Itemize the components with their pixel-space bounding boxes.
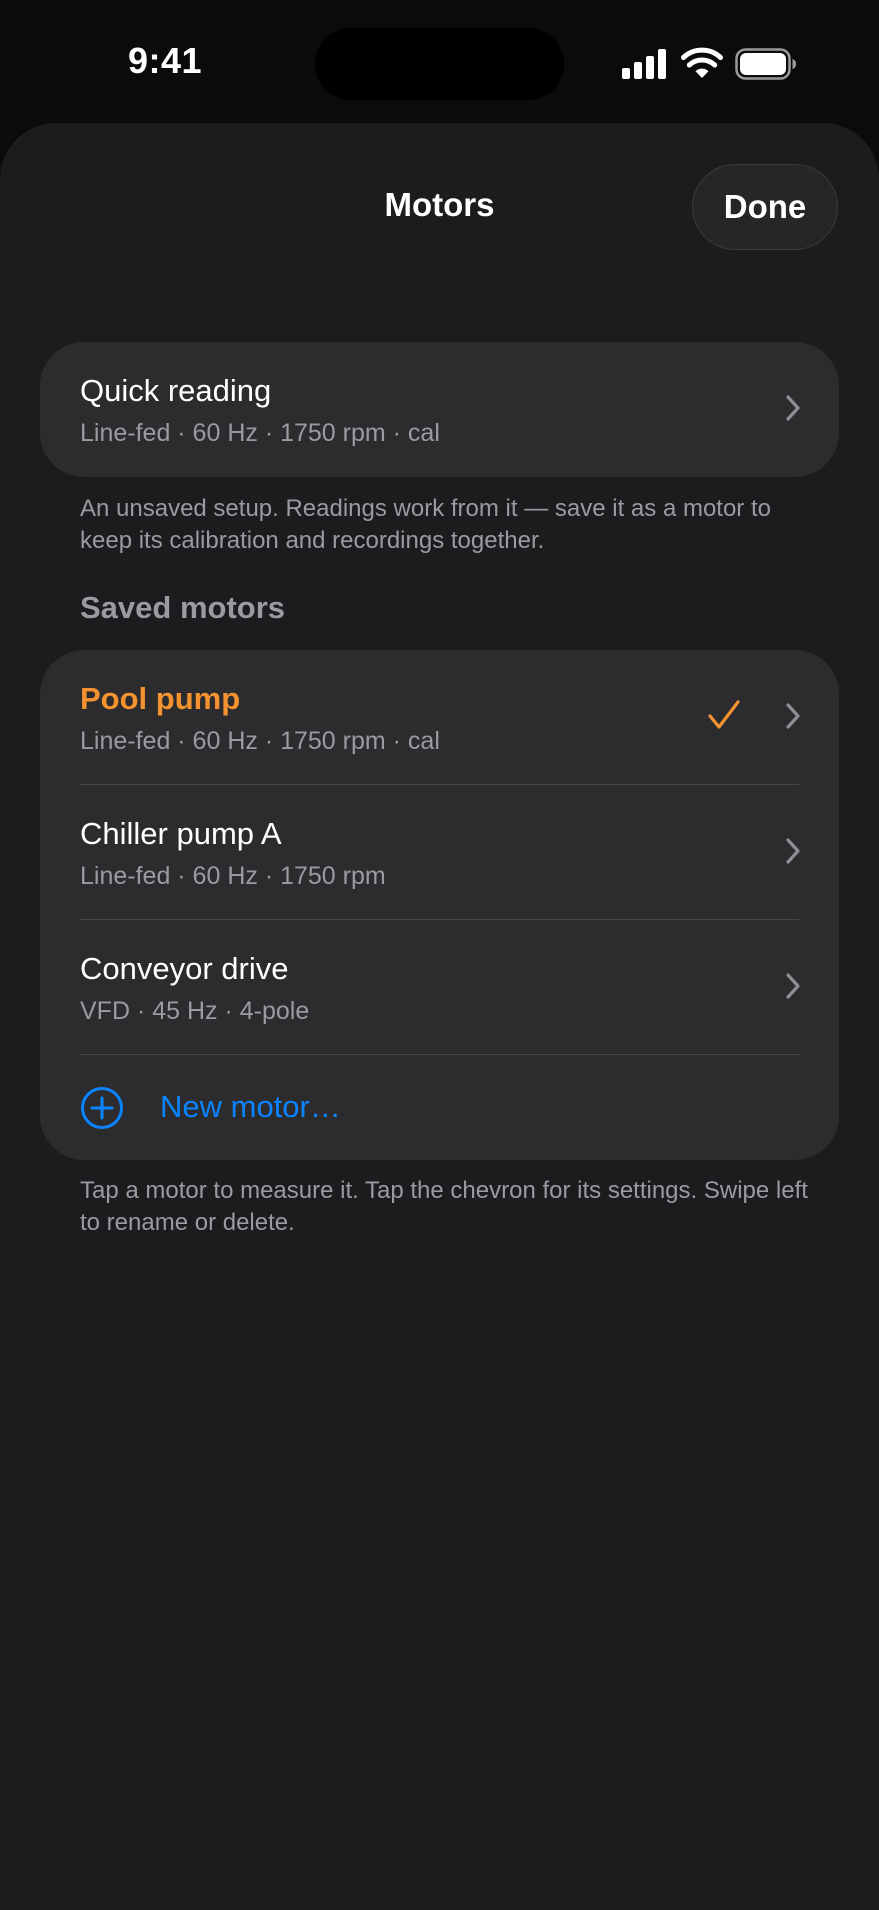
status-bar: 9:41 [0, 0, 879, 124]
dynamic-island [315, 28, 564, 100]
chevron-right-icon[interactable] [785, 972, 801, 1000]
motor-subtitle: Line-fed · 60 Hz · 1750 rpm [80, 862, 386, 890]
motor-title: Chiller pump A [80, 816, 282, 851]
plus-circle-icon [81, 1087, 123, 1129]
quick-reading-subtitle: Line-fed · 60 Hz · 1750 rpm · cal [80, 419, 440, 447]
new-motor-button[interactable]: New motor… [40, 1055, 839, 1160]
list-item-pool-pump[interactable]: Pool pump Line-fed · 60 Hz · 1750 rpm · … [40, 650, 839, 785]
chevron-right-icon[interactable] [785, 394, 801, 422]
cellular-signal-icon [622, 47, 668, 79]
motor-title: Conveyor drive [80, 951, 289, 986]
done-button[interactable]: Done [692, 164, 838, 250]
motor-subtitle: Line-fed · 60 Hz · 1750 rpm · cal [80, 727, 440, 755]
chevron-right-icon[interactable] [785, 837, 801, 865]
chevron-right-icon[interactable] [785, 702, 801, 730]
saved-motors-header: Saved motors [80, 590, 286, 625]
new-motor-label: New motor… [160, 1089, 341, 1124]
battery-icon [735, 48, 796, 80]
checkmark-icon [708, 700, 740, 729]
motor-title: Pool pump [80, 681, 241, 716]
screen: 9:41 Motors Done Quick reading Line-fed … [0, 0, 879, 1910]
list-item-chiller-pump-a[interactable]: Chiller pump A Line-fed · 60 Hz · 1750 r… [40, 785, 839, 920]
wifi-icon [681, 47, 723, 78]
quick-reading-row[interactable]: Quick reading Line-fed · 60 Hz · 1750 rp… [40, 342, 839, 477]
status-time: 9:41 [127, 40, 203, 81]
motors-sheet: Motors Done Quick reading Line-fed · 60 … [0, 123, 879, 1910]
saved-motors-card: Pool pump Line-fed · 60 Hz · 1750 rpm · … [40, 650, 839, 1160]
quick-reading-footnote: An unsaved setup. Readings work from it … [80, 495, 771, 554]
list-item-conveyor-drive[interactable]: Conveyor drive VFD · 45 Hz · 4-pole [40, 920, 839, 1055]
quick-reading-card: Quick reading Line-fed · 60 Hz · 1750 rp… [40, 342, 839, 477]
quick-reading-title: Quick reading [80, 373, 272, 408]
motor-subtitle: VFD · 45 Hz · 4-pole [80, 997, 310, 1025]
saved-motors-footnote: Tap a motor to measure it. Tap the chevr… [80, 1177, 808, 1236]
